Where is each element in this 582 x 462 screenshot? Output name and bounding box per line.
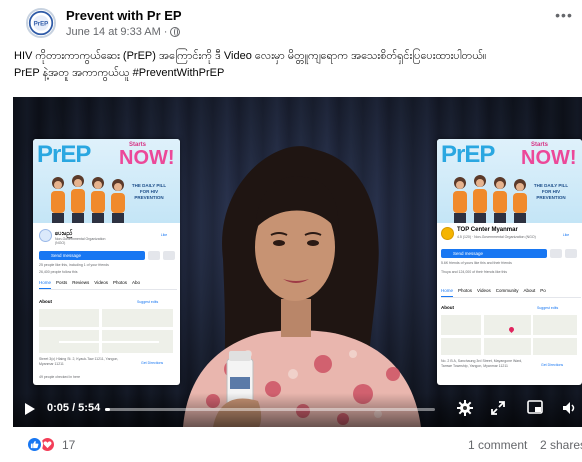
- shares-link[interactable]: 2 shares: [540, 438, 582, 452]
- card-follow-info: Thuya and 124,000 of their friends like …: [441, 270, 507, 274]
- gear-icon[interactable]: [457, 400, 473, 416]
- banner-prep-text: PrEP: [441, 141, 495, 168]
- card-directions-link: Get Directions: [541, 363, 564, 367]
- post-caption: HIV ကိုတားကာကွယ်ဆေး (PrEP) အကြောင်းကို ဒ…: [14, 48, 579, 82]
- card-map: [441, 315, 577, 355]
- prep-banner: PrEP Starts NOW! THE DAILY PILL FOR HIV …: [33, 139, 180, 223]
- avatar-text: PrEP: [34, 22, 48, 28]
- banner-people-image: [51, 175, 125, 223]
- video-player[interactable]: PrEP Starts NOW! THE DAILY PILL FOR HIV …: [13, 97, 582, 427]
- page-avatar[interactable]: PrEP: [26, 8, 56, 38]
- post-header: PrEP Prevent with Pr EP June 14 at 9:33 …: [0, 0, 582, 44]
- progress-fill: [105, 408, 110, 411]
- card-page-category: 4.5 (120) · Non-Governmental Organizatio…: [457, 235, 536, 239]
- reactions-summary[interactable]: 17: [26, 436, 75, 453]
- like-label: Like: [562, 233, 570, 237]
- card-address: Street 3(c) Hlaing St. 2, Kyauk-Taw 1121…: [39, 357, 119, 366]
- card-address: No. 2 B A, Sanchaung 3rd Street, Mayango…: [441, 359, 523, 368]
- card-directions-link: Get Directions: [141, 361, 164, 365]
- banner-prep-text: PrEP: [37, 141, 91, 168]
- facebook-page-screenshot-left: PrEP Starts NOW! THE DAILY PILL FOR HIV …: [33, 139, 180, 385]
- call-icon: [550, 249, 562, 258]
- card-tab: Community: [495, 288, 519, 293]
- banner-tagline: THE DAILY PILL FOR HIV PREVENTION: [533, 183, 569, 200]
- post-footer: 17 1 comment 2 shares: [0, 428, 582, 462]
- send-message-button: Send message: [39, 251, 145, 260]
- card-like-info: 25 people like this, including 1 of your…: [39, 263, 109, 267]
- call-icon: [148, 251, 160, 260]
- card-like-info: 5.6K friends of yours like this and thei…: [441, 261, 512, 265]
- play-icon[interactable]: [25, 403, 35, 415]
- card-page-category: Non-Governmental Organization (NGO): [55, 237, 106, 245]
- card-tab: About: [523, 288, 536, 293]
- card-follow-info: 26,400 people follow this: [39, 270, 78, 274]
- presenter-image: [183, 146, 421, 427]
- card-map: [39, 309, 173, 353]
- card-tab: Reviews: [72, 280, 90, 285]
- page-name-link[interactable]: Prevent with Pr EP: [66, 8, 182, 23]
- card-tab: Home: [441, 288, 454, 297]
- top-center-logo-icon: [441, 227, 454, 240]
- card-tab: Po: [540, 288, 546, 293]
- more-dots-icon: •••: [555, 7, 573, 23]
- card-tabs: Home Photos Videos Community About Po: [441, 288, 581, 298]
- expand-icon[interactable]: [491, 401, 505, 415]
- video-time: 0:05 / 5:54: [47, 402, 101, 414]
- card-tab: Posts: [56, 280, 68, 285]
- card-tab: Videos: [94, 280, 108, 285]
- card-tab: Photos: [112, 280, 127, 285]
- card-tab: Abo: [132, 280, 141, 285]
- progress-bar[interactable]: [105, 408, 435, 411]
- card-suggest-edits: Suggest edits: [537, 306, 559, 310]
- map-pin-icon: [507, 325, 516, 334]
- caption-line-2: PrEP နဲ့အတူ အကာကွယ်ယူ #PreventWithPrEP: [14, 67, 225, 79]
- banner-now-text: NOW!: [521, 147, 577, 169]
- card-tab: Home: [39, 280, 52, 289]
- card-about-heading: About: [39, 299, 52, 304]
- card-tabs: Home Posts Reviews Videos Photos Abo: [39, 280, 177, 290]
- card-page-name: TOP Center Myanmar: [457, 227, 518, 233]
- prep-logo-icon: PrEP: [28, 10, 54, 36]
- page-logo-icon: [39, 229, 52, 242]
- video-controls: 0:05 / 5:54: [13, 393, 582, 427]
- more-icon: [565, 249, 577, 258]
- globe-icon[interactable]: [170, 27, 181, 37]
- card-tab: Videos: [477, 288, 491, 293]
- send-message-button: Send message: [441, 249, 547, 258]
- prep-banner: PrEP Starts NOW! THE DAILY PILL FOR HIV …: [437, 139, 582, 223]
- facebook-page-screenshot-right: PrEP Starts NOW! THE DAILY PILL FOR HIV …: [437, 139, 582, 385]
- card-suggest-edits: Suggest edits: [137, 300, 159, 304]
- more-options-button[interactable]: •••: [554, 7, 574, 26]
- like-icon: Like: [561, 229, 571, 238]
- card-about-heading: About: [441, 305, 454, 310]
- card-tab: Photos: [458, 288, 473, 293]
- card-checkins: 49 people checked in here: [39, 375, 81, 379]
- banner-people-image: [453, 175, 527, 223]
- comments-link[interactable]: 1 comment: [468, 438, 527, 452]
- miniplayer-icon[interactable]: [527, 400, 543, 414]
- caption-line-1: HIV ကိုတားကာကွယ်ဆေး (PrEP) အကြောင်းကို ဒ…: [14, 50, 487, 62]
- post-timestamp-link[interactable]: June 14 at 9:33 AM: [66, 26, 161, 38]
- reaction-count: 17: [62, 437, 76, 452]
- meta-separator: ·: [163, 26, 168, 38]
- volume-icon[interactable]: [562, 400, 578, 416]
- post-meta: June 14 at 9:33 AM ·: [66, 26, 181, 38]
- like-icon: [26, 436, 43, 453]
